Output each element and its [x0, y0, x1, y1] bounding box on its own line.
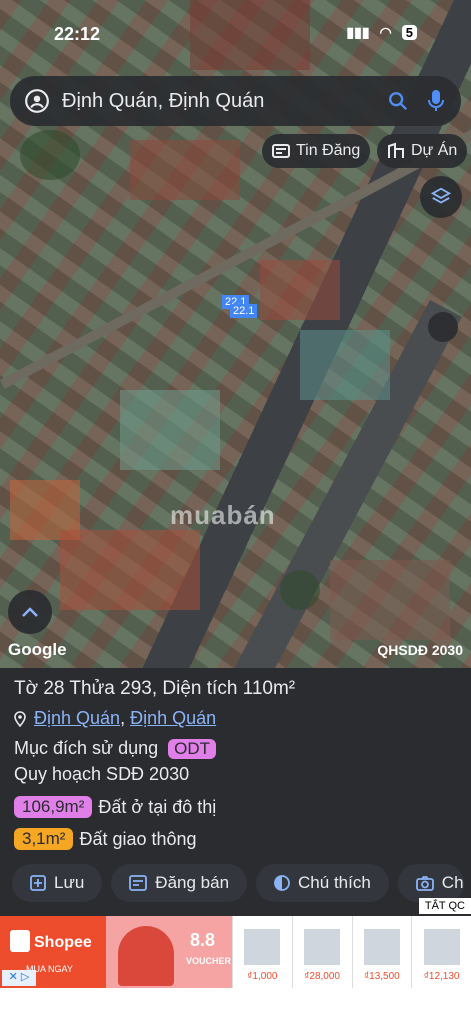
action-buttons: Lưu Đăng bán Chú thích Ch: [12, 864, 464, 902]
roof-block: [60, 530, 200, 610]
save-button[interactable]: Lưu: [12, 864, 103, 902]
purpose-code-badge: ODT: [168, 738, 217, 759]
shopee-logo: Shopee: [34, 934, 92, 951]
purpose-label: Mục đích sử dụng: [14, 738, 159, 758]
ad-info-icon[interactable]: ✕ ▷: [2, 970, 36, 986]
product-item[interactable]: ₫28,000: [291, 916, 352, 988]
listing-icon: [272, 142, 290, 160]
product-price: ₫28,000: [304, 971, 340, 982]
product-price: ₫13,500: [364, 971, 400, 982]
promo-big-text: 8.8: [190, 930, 216, 950]
shopee-bag-icon: [10, 930, 30, 952]
legend-label: Chú thích: [298, 873, 371, 892]
roof-block: [260, 260, 340, 320]
product-image: [244, 929, 281, 965]
add-box-icon: [30, 875, 46, 891]
voucher-promo[interactable]: 8.8 VOUCHER: [106, 916, 232, 988]
close-ad-button[interactable]: TẮT QC: [418, 898, 471, 914]
chevron-up-icon: [21, 606, 39, 618]
building-icon: [387, 142, 405, 160]
product-item[interactable]: ₫13,500: [351, 916, 412, 988]
battery-badge: 5: [401, 25, 417, 40]
legend-button[interactable]: Chú thích: [256, 864, 389, 902]
search-bar[interactable]: Định Quán, Định Quán: [10, 76, 461, 126]
plan-label: Quy hoạch SDĐ 2030: [14, 764, 190, 784]
wifi-icon: ◠: [379, 24, 392, 40]
signal-icon: ▮▮▮: [346, 24, 370, 40]
promo-small-text: VOUCHER: [186, 956, 232, 966]
watermark: muabán: [170, 500, 276, 530]
location-pin-icon: [14, 710, 26, 727]
du-an-label: Dự Án: [411, 142, 458, 159]
status-bar: 22:12 ▮▮▮ ◠ 5: [0, 18, 471, 48]
product-image: [423, 929, 460, 965]
parcel-title: Tờ 28 Thửa 293, Diện tích 110m²: [14, 678, 296, 699]
land-use-row: 106,9m² Đất ở tại đô thị: [14, 796, 216, 818]
post-for-sale-label: Đăng bán: [155, 873, 230, 892]
post-for-sale-button[interactable]: Đăng bán: [111, 864, 248, 902]
location-separator: ,: [120, 708, 126, 728]
roof-block: [330, 560, 450, 640]
layers-button[interactable]: [420, 176, 462, 218]
roof-block: [130, 140, 240, 200]
photo-label: Ch: [441, 873, 464, 892]
listing-icon: [129, 875, 148, 891]
location-link-district[interactable]: Định Quán: [34, 708, 120, 728]
parcel-label[interactable]: 22.1: [230, 304, 258, 318]
layers-icon: [430, 186, 452, 208]
promo-person-image: [118, 926, 174, 986]
contrast-icon: [274, 875, 290, 891]
land-use-row: 3,1m² Đất giao thông: [14, 828, 197, 850]
parcel-info-panel: Tờ 28 Thửa 293, Diện tích 110m² Định Quá…: [0, 668, 471, 916]
area-badge: 106,9m²: [14, 796, 93, 818]
map-layer-label: QHSDĐ 2030: [377, 642, 463, 658]
search-icon[interactable]: [387, 90, 409, 112]
du-an-chip[interactable]: Dự Án: [377, 134, 468, 168]
google-logo: Google: [8, 640, 67, 659]
status-icons: ▮▮▮ ◠ 5: [346, 24, 417, 41]
photo-button[interactable]: Ch: [397, 864, 464, 902]
land-purpose: Mục đích sử dụng ODT: [14, 738, 217, 759]
status-time: 22:12: [54, 24, 101, 44]
product-item[interactable]: ₫1,000: [232, 916, 292, 988]
land-use-desc: Đất ở tại đô thị: [98, 796, 217, 817]
area-badge: 3,1m²: [14, 828, 74, 850]
roof-block: [300, 330, 390, 400]
location-link-town[interactable]: Định Quán: [130, 708, 216, 728]
map-control-dot[interactable]: [428, 312, 458, 342]
product-image: [363, 929, 400, 965]
expand-button[interactable]: [8, 590, 52, 634]
bottom-bar: [0, 988, 471, 1024]
product-image: [304, 929, 341, 965]
ad-banner[interactable]: Shopee MUA NGAY 8.8 VOUCHER ₫1,000 ₫28,0…: [0, 916, 471, 988]
account-icon[interactable]: [24, 88, 50, 114]
roof-block: [120, 390, 220, 470]
tin-dang-label: Tin Đăng: [296, 142, 361, 159]
product-item[interactable]: ₫12,130: [411, 916, 471, 988]
land-use-desc: Đất giao thông: [79, 828, 197, 849]
tree-cluster: [280, 570, 320, 610]
microphone-icon[interactable]: [427, 89, 445, 113]
save-label: Lưu: [54, 873, 85, 892]
tree-cluster: [20, 130, 80, 180]
search-input[interactable]: Định Quán, Định Quán: [62, 90, 387, 113]
tin-dang-chip[interactable]: Tin Đăng: [262, 134, 371, 168]
product-price: ₫12,130: [423, 971, 460, 982]
camera-icon: [415, 875, 434, 891]
product-price: ₫1,000: [247, 971, 278, 982]
parcel-location: Định Quán, Định Quán: [14, 708, 216, 729]
